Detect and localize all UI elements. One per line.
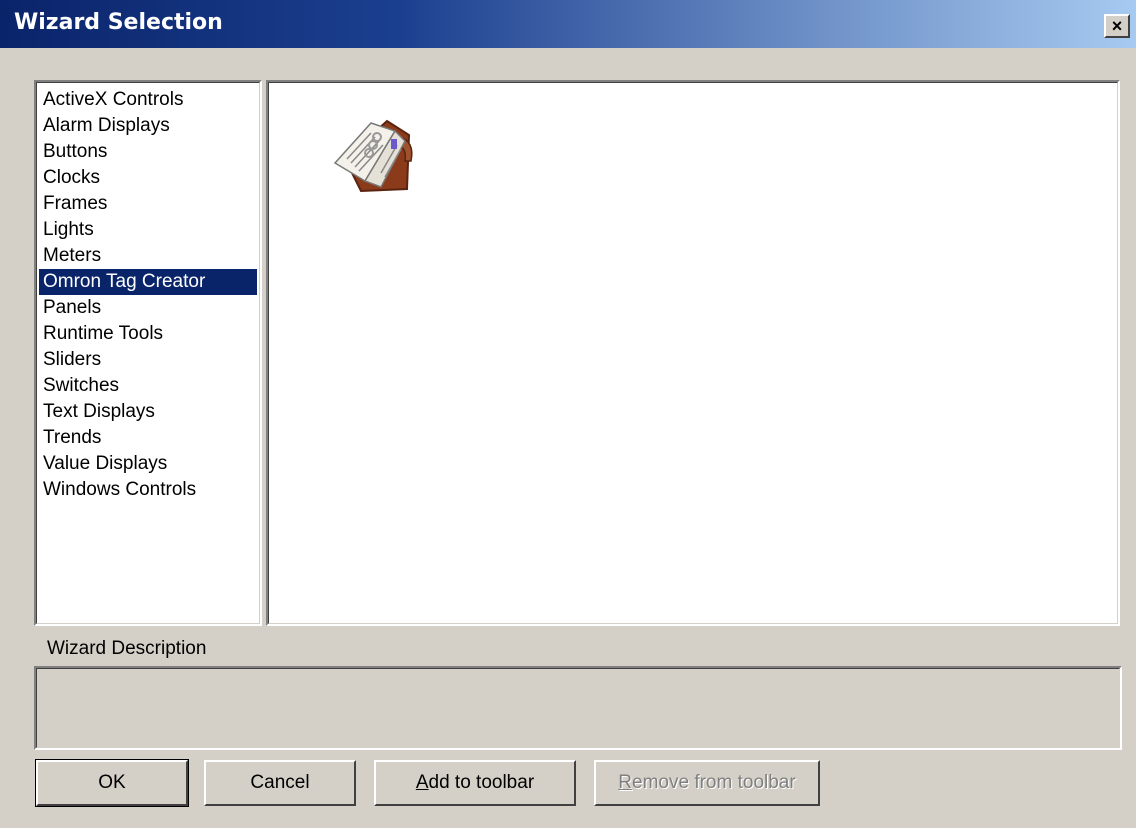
ok-button[interactable]: OK [35,759,189,807]
list-item-alarm-displays[interactable]: Alarm Displays [39,113,257,139]
list-item-panels[interactable]: Panels [39,295,257,321]
remove-from-toolbar-mnemonic: R [618,772,633,793]
remove-from-toolbar-button[interactable]: Remove from toolbar [594,760,820,806]
list-item-buttons[interactable]: Buttons [39,139,257,165]
title-bar[interactable]: Wizard Selection × [0,0,1136,48]
add-to-toolbar-label: dd to toolbar [428,772,535,793]
organizer-book-icon[interactable] [325,101,421,197]
list-item-omron-tag-creator[interactable]: Omron Tag Creator [39,269,257,295]
remove-from-toolbar-label: emove from toolbar [632,772,796,793]
list-item-trends[interactable]: Trends [39,425,257,451]
list-item-value-displays[interactable]: Value Displays [39,451,257,477]
category-list-items: ActiveX Controls Alarm Displays Buttons Clo… [37,83,259,503]
list-item-text-displays[interactable]: Text Displays [39,399,257,425]
list-item-sliders[interactable]: Sliders [39,347,257,373]
wizard-description-label: Wizard Description [47,638,207,659]
close-icon: × [1111,16,1123,36]
list-item-clocks[interactable]: Clocks [39,165,257,191]
wizard-category-list[interactable]: ActiveX Controls Alarm Displays Buttons Clo… [34,80,262,626]
list-item-activex-controls[interactable]: ActiveX Controls [39,87,257,113]
add-to-toolbar-button[interactable]: Add to toolbar [374,760,576,806]
wizard-description-box [34,666,1122,750]
list-item-windows-controls[interactable]: Windows Controls [39,477,257,503]
list-item-meters[interactable]: Meters [39,243,257,269]
cancel-button[interactable]: Cancel [204,760,356,806]
list-item-switches[interactable]: Switches [39,373,257,399]
list-item-frames[interactable]: Frames [39,191,257,217]
list-item-runtime-tools[interactable]: Runtime Tools [39,321,257,347]
list-item-lights[interactable]: Lights [39,217,257,243]
wizard-preview-pane[interactable] [266,80,1120,626]
window-title: Wizard Selection [14,10,223,35]
wizard-description-text [36,668,1120,748]
add-to-toolbar-mnemonic: A [415,772,429,793]
close-button[interactable]: × [1104,14,1130,38]
